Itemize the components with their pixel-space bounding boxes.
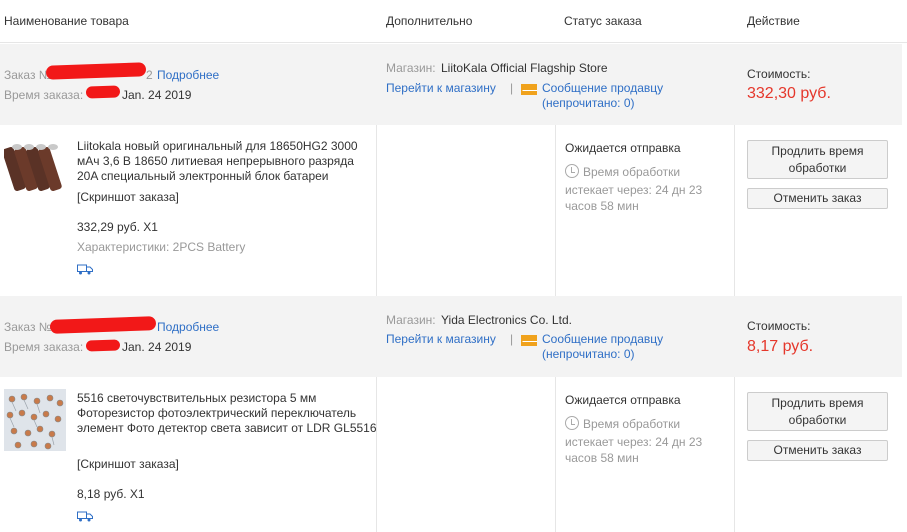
clock-icon <box>565 164 579 178</box>
envelope-icon[interactable] <box>521 335 537 346</box>
store-label: Магазин: <box>386 61 436 75</box>
item-title-link[interactable]: 5516 светочувствительных резистора 5 мм … <box>77 391 377 436</box>
order-time-label: Время заказа: <box>4 340 84 354</box>
message-seller-link[interactable]: Сообщение продавцу <box>542 332 663 346</box>
order-status: Ожидается отправка <box>565 141 681 155</box>
order-summary: Заказ № Подробнее Время заказа: Jan. 24 … <box>0 296 902 377</box>
order-snapshot-link[interactable]: [Скриншот заказа] <box>77 457 179 471</box>
redaction-mark <box>85 339 121 352</box>
header-product: Наименование товара <box>4 14 129 28</box>
photoresistor-product-image[interactable] <box>4 389 66 451</box>
battery-product-image[interactable] <box>4 137 66 199</box>
redaction-mark <box>85 85 121 99</box>
processing-time-line3: часов 58 мин <box>565 451 639 465</box>
cost-label: Стоимость: <box>747 67 811 81</box>
store-label: Магазин: <box>386 313 436 327</box>
unread-count[interactable]: (непрочитано: 0) <box>542 347 635 361</box>
go-to-store-link[interactable]: Перейти к магазину <box>386 81 496 95</box>
extend-processing-button[interactable]: Продлить время обработки <box>747 392 888 431</box>
order-block: Заказ № 2 Подробнее Время заказа: Jan. 2… <box>0 44 907 296</box>
order-status: Ожидается отправка <box>565 393 681 407</box>
processing-time-line2: истекает через: 24 дн 23 <box>565 435 703 449</box>
processing-time-label: Время обработки <box>583 417 681 431</box>
cost-value: 332,30 руб. <box>747 85 831 102</box>
column-divider <box>555 125 556 296</box>
cancel-order-button[interactable]: Отменить заказ <box>747 188 888 209</box>
truck-icon <box>77 264 93 275</box>
extend-processing-button[interactable]: Продлить время обработки <box>747 140 888 179</box>
processing-time-line1: Время обработки <box>565 164 680 179</box>
column-divider <box>734 125 735 296</box>
order-number-suffix: 2 <box>146 68 153 82</box>
unread-count[interactable]: (непрочитано: 0) <box>542 96 635 110</box>
item-title-link[interactable]: Liitokala новый оригинальный для 18650HG… <box>77 139 377 184</box>
table-header: Наименование товара Дополнительно Статус… <box>0 0 907 43</box>
redaction-mark <box>49 316 157 334</box>
processing-time-line1: Время обработки <box>565 416 680 431</box>
order-number-label: Заказ № <box>4 68 52 82</box>
order-block: Заказ № Подробнее Время заказа: Jan. 24 … <box>0 296 907 532</box>
truck-icon <box>77 511 93 522</box>
header-action: Действие <box>747 14 800 28</box>
order-item-row: Liitokala новый оригинальный для 18650HG… <box>0 125 902 296</box>
processing-time-label: Время обработки <box>583 165 681 179</box>
cost-value: 8,17 руб. <box>747 338 814 355</box>
cancel-order-button[interactable]: Отменить заказ <box>747 440 888 461</box>
processing-time-line3: часов 58 мин <box>565 199 639 213</box>
separator: | <box>510 81 514 95</box>
header-extra: Дополнительно <box>386 14 473 28</box>
order-time-label: Время заказа: <box>4 88 84 102</box>
store-name: LiitoKala Official Flagship Store <box>441 61 608 75</box>
go-to-store-link[interactable]: Перейти к магазину <box>386 332 496 346</box>
clock-icon <box>565 416 579 430</box>
item-price-qty: 8,18 руб. X1 <box>77 487 145 501</box>
column-divider <box>734 377 735 532</box>
order-time-value: Jan. 24 2019 <box>122 340 192 354</box>
item-price-qty: 332,29 руб. X1 <box>77 220 158 234</box>
message-seller-link[interactable]: Сообщение продавцу <box>542 81 663 95</box>
order-summary: Заказ № 2 Подробнее Время заказа: Jan. 2… <box>0 44 902 125</box>
details-link[interactable]: Подробнее <box>157 68 219 82</box>
redaction-mark <box>45 62 147 80</box>
envelope-icon[interactable] <box>521 84 537 95</box>
order-time-value: Jan. 24 2019 <box>122 88 192 102</box>
order-snapshot-link[interactable]: [Скриншот заказа] <box>77 190 179 204</box>
details-link[interactable]: Подробнее <box>157 320 219 334</box>
header-status: Статус заказа <box>564 14 642 28</box>
separator: | <box>510 332 514 346</box>
item-specs: Характеристики: 2PCS Battery <box>77 240 246 254</box>
store-name: Yida Electronics Co. Ltd. <box>441 313 572 327</box>
order-number-label: Заказ № <box>4 320 52 334</box>
processing-time-line2: истекает через: 24 дн 23 <box>565 183 703 197</box>
column-divider <box>555 377 556 532</box>
order-item-row: 5516 светочувствительных резистора 5 мм … <box>0 377 902 532</box>
cost-label: Стоимость: <box>747 319 811 333</box>
